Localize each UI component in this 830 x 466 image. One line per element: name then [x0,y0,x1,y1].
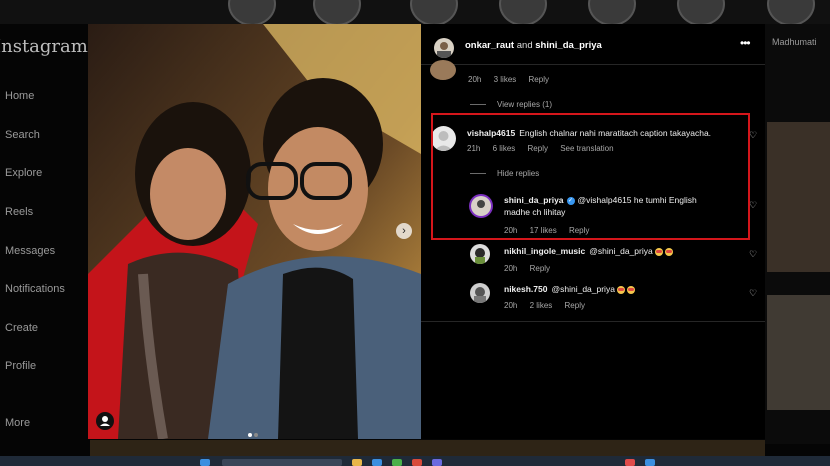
heart-eyes-emoji-icon [616,285,625,294]
comment-likes[interactable]: 3 likes [494,75,517,84]
nav-notifications[interactable]: Notifications [5,283,65,295]
user-tag-icon[interactable] [96,412,114,430]
nav-search[interactable]: Search [5,129,40,141]
comment-avatar[interactable] [430,60,456,80]
story-avatar[interactable] [410,0,458,26]
reply-likes[interactable]: 2 likes [530,301,553,310]
reply-text: nikesh.750 @shini_da_priya [504,283,635,295]
post-header-title: onkar_raut and shini_da_priya [465,40,602,51]
nav-profile[interactable]: Profile [5,360,36,372]
story-avatar[interactable] [767,0,815,26]
post-header-and: and [516,40,533,51]
selfie-image [88,24,421,439]
nav-reels[interactable]: Reels [5,206,33,218]
nav-home[interactable]: Home [5,90,34,102]
comment-time: 20h [468,75,482,84]
nav-messages[interactable]: Messages [5,245,55,257]
comment-meta: 20h 3 likes Reply [468,75,559,84]
instagram-logo[interactable]: Instagram [0,36,88,57]
replies-line [470,104,486,105]
more-options-icon[interactable]: ••• [740,36,751,50]
background-posts-strip [90,440,765,456]
like-heart-icon[interactable]: ♡ [749,288,757,299]
reply-meta: 20h Reply [504,264,560,273]
story-avatar[interactable] [228,0,276,26]
story-avatar[interactable] [677,0,725,26]
carousel-dot-active [248,433,252,437]
reply-button[interactable]: Reply [530,264,550,273]
story-avatar[interactable] [313,0,361,26]
feed-thumbnail [767,122,830,272]
stories-row [0,0,830,26]
heart-eyes-emoji-icon [664,247,673,256]
reply-time: 20h [504,264,518,273]
like-heart-icon[interactable]: ♡ [749,249,757,260]
header-divider [421,64,765,65]
post-author-2[interactable]: shini_da_priya [535,40,602,51]
story-avatar[interactable] [499,0,547,26]
taskbar-app-icon[interactable] [412,459,422,466]
taskbar-app-icon[interactable] [372,459,382,466]
taskbar-app-icon[interactable] [352,459,362,466]
taskbar-app-icon[interactable] [432,459,442,466]
next-photo-button[interactable]: › [396,223,412,239]
reply-username[interactable]: nikesh.750 [504,284,547,294]
reply-text: nikhil_ingole_music @shini_da_priya [504,245,673,257]
like-heart-icon[interactable]: ♡ [749,130,757,141]
windows-start-icon[interactable] [200,459,210,466]
carousel-dot [254,433,258,437]
post-author-1[interactable]: onkar_raut [465,40,514,51]
post-photo[interactable] [88,24,421,439]
nav-more[interactable]: More [5,417,30,429]
taskbar-search-box[interactable] [222,459,342,466]
reply-button[interactable]: Reply [565,301,585,310]
post-author-avatar[interactable] [434,38,454,58]
taskbar-app-icon[interactable] [625,459,635,466]
reply-time: 20h [504,301,518,310]
nav-create[interactable]: Create [5,322,38,334]
like-heart-icon[interactable]: ♡ [749,200,757,211]
feed-thumbnail [767,295,830,410]
heart-eyes-emoji-icon [626,285,635,294]
reply-username[interactable]: nikhil_ingole_music [504,246,585,256]
nav-explore[interactable]: Explore [5,167,42,179]
story-avatar[interactable] [588,0,636,26]
reply-avatar[interactable] [470,283,490,303]
reply-body: @shini_da_priya [589,246,653,256]
heart-eyes-emoji-icon [654,247,663,256]
reply-meta: 20h 2 likes Reply [504,301,595,310]
reply-button[interactable]: Reply [529,75,549,84]
carousel-indicator [248,424,260,442]
reply-avatar[interactable] [470,244,490,264]
view-replies-button[interactable]: View replies (1) [497,100,552,109]
comments-divider [421,321,765,322]
highlight-box [431,113,750,240]
taskbar-app-icon[interactable] [645,459,655,466]
feed-username: Madhumati [772,37,817,47]
reply-body: @shini_da_priya [551,284,615,294]
taskbar-app-icon[interactable] [392,459,402,466]
